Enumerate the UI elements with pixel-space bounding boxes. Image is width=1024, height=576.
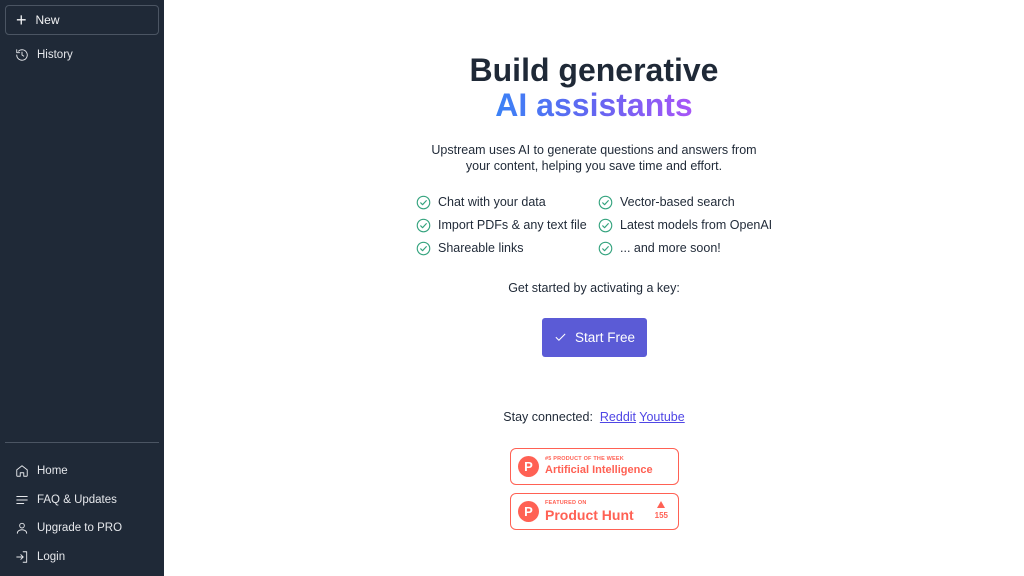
sidebar-item-label: Login [37, 551, 66, 563]
user-icon [16, 522, 28, 534]
sidebar-item-upgrade[interactable]: Upgrade to PRO [15, 521, 122, 535]
subtitle-line: your content, helping you save time and … [465, 159, 723, 173]
upvote-number: 155 [654, 511, 668, 520]
feature-text: Vector-based search [620, 195, 735, 209]
hero-title-line1: Build generative [469, 52, 719, 88]
feature-item: Latest models from OpenAI [598, 217, 796, 233]
feature-text: Chat with your data [438, 195, 546, 209]
new-button-label: New [35, 13, 60, 27]
feature-list: Chat with your data Vector-based search … [416, 194, 796, 256]
hero-title-line2: AI assistants [164, 88, 1024, 122]
menu-lines-icon [16, 496, 28, 504]
history-icon [16, 49, 28, 61]
sidebar-item-history[interactable]: History [15, 48, 73, 62]
feature-item: Chat with your data [416, 194, 598, 210]
hero-subtitle: Upstream uses AI to generate questions a… [164, 142, 1024, 174]
product-hunt-logo-icon: P [518, 501, 539, 522]
feature-text: Import PDFs & any text file [438, 218, 587, 232]
main-content: Build generative AI assistants Upstream … [164, 0, 1024, 576]
feature-item: ... and more soon! [598, 240, 796, 256]
feature-item: Vector-based search [598, 194, 796, 210]
sidebar-item-login[interactable]: Login [15, 550, 65, 564]
product-hunt-logo-icon: P [518, 456, 539, 477]
home-icon [16, 465, 28, 477]
start-free-button[interactable]: Start Free [542, 318, 647, 357]
upvote-triangle-icon [657, 501, 666, 508]
feature-text: Shareable links [438, 241, 524, 255]
reddit-link[interactable]: Reddit [600, 410, 636, 424]
sidebar-item-label: Home [37, 465, 68, 477]
feature-text: ... and more soon! [620, 241, 721, 255]
check-circle-icon [598, 195, 613, 209]
start-free-label: Start Free [574, 330, 636, 345]
stay-connected: Stay connected: Reddit Youtube [164, 410, 1024, 424]
check-circle-icon [416, 195, 431, 209]
sidebar-item-label: Upgrade to PRO [37, 522, 123, 534]
check-circle-icon [416, 218, 431, 232]
check-circle-icon [598, 218, 613, 232]
sidebar-divider [5, 442, 159, 443]
sidebar: + New History Home FAQ & Updates Upgrade… [0, 0, 164, 576]
badge-big-text: Artificial Intelligence [545, 464, 653, 476]
check-circle-icon [416, 241, 431, 255]
new-button[interactable]: + New [5, 5, 159, 35]
feature-text: Latest models from OpenAI [620, 218, 773, 232]
login-icon [16, 551, 28, 563]
hero-title-gradient-text: AI assistants [495, 87, 693, 123]
plus-icon: + [16, 10, 27, 30]
get-started-text: Get started by activating a key: [508, 281, 680, 295]
product-hunt-featured-badge[interactable]: P FEATURED ON Product Hunt 155 [510, 493, 679, 530]
youtube-link[interactable]: Youtube [639, 410, 684, 424]
badge-big-text: Product Hunt [545, 506, 634, 523]
sidebar-item-label: History [37, 49, 73, 61]
badge-small-text: FEATURED ON [545, 499, 587, 506]
check-circle-icon [598, 241, 613, 255]
stay-connected-label: Stay connected: [503, 410, 593, 424]
upvote-count: 155 [655, 501, 668, 520]
product-hunt-week-badge[interactable]: P #5 PRODUCT OF THE WEEK Artificial Inte… [510, 448, 679, 485]
sidebar-item-home[interactable]: Home [15, 464, 68, 478]
feature-item: Import PDFs & any text file [416, 217, 598, 233]
badge-small-text: #5 PRODUCT OF THE WEEK [545, 456, 624, 462]
sidebar-item-faq[interactable]: FAQ & Updates [15, 493, 117, 507]
feature-item: Shareable links [416, 240, 598, 256]
subtitle-line: Upstream uses AI to generate questions a… [431, 143, 757, 157]
sidebar-item-label: FAQ & Updates [37, 494, 117, 506]
checkmark-icon [555, 333, 566, 341]
